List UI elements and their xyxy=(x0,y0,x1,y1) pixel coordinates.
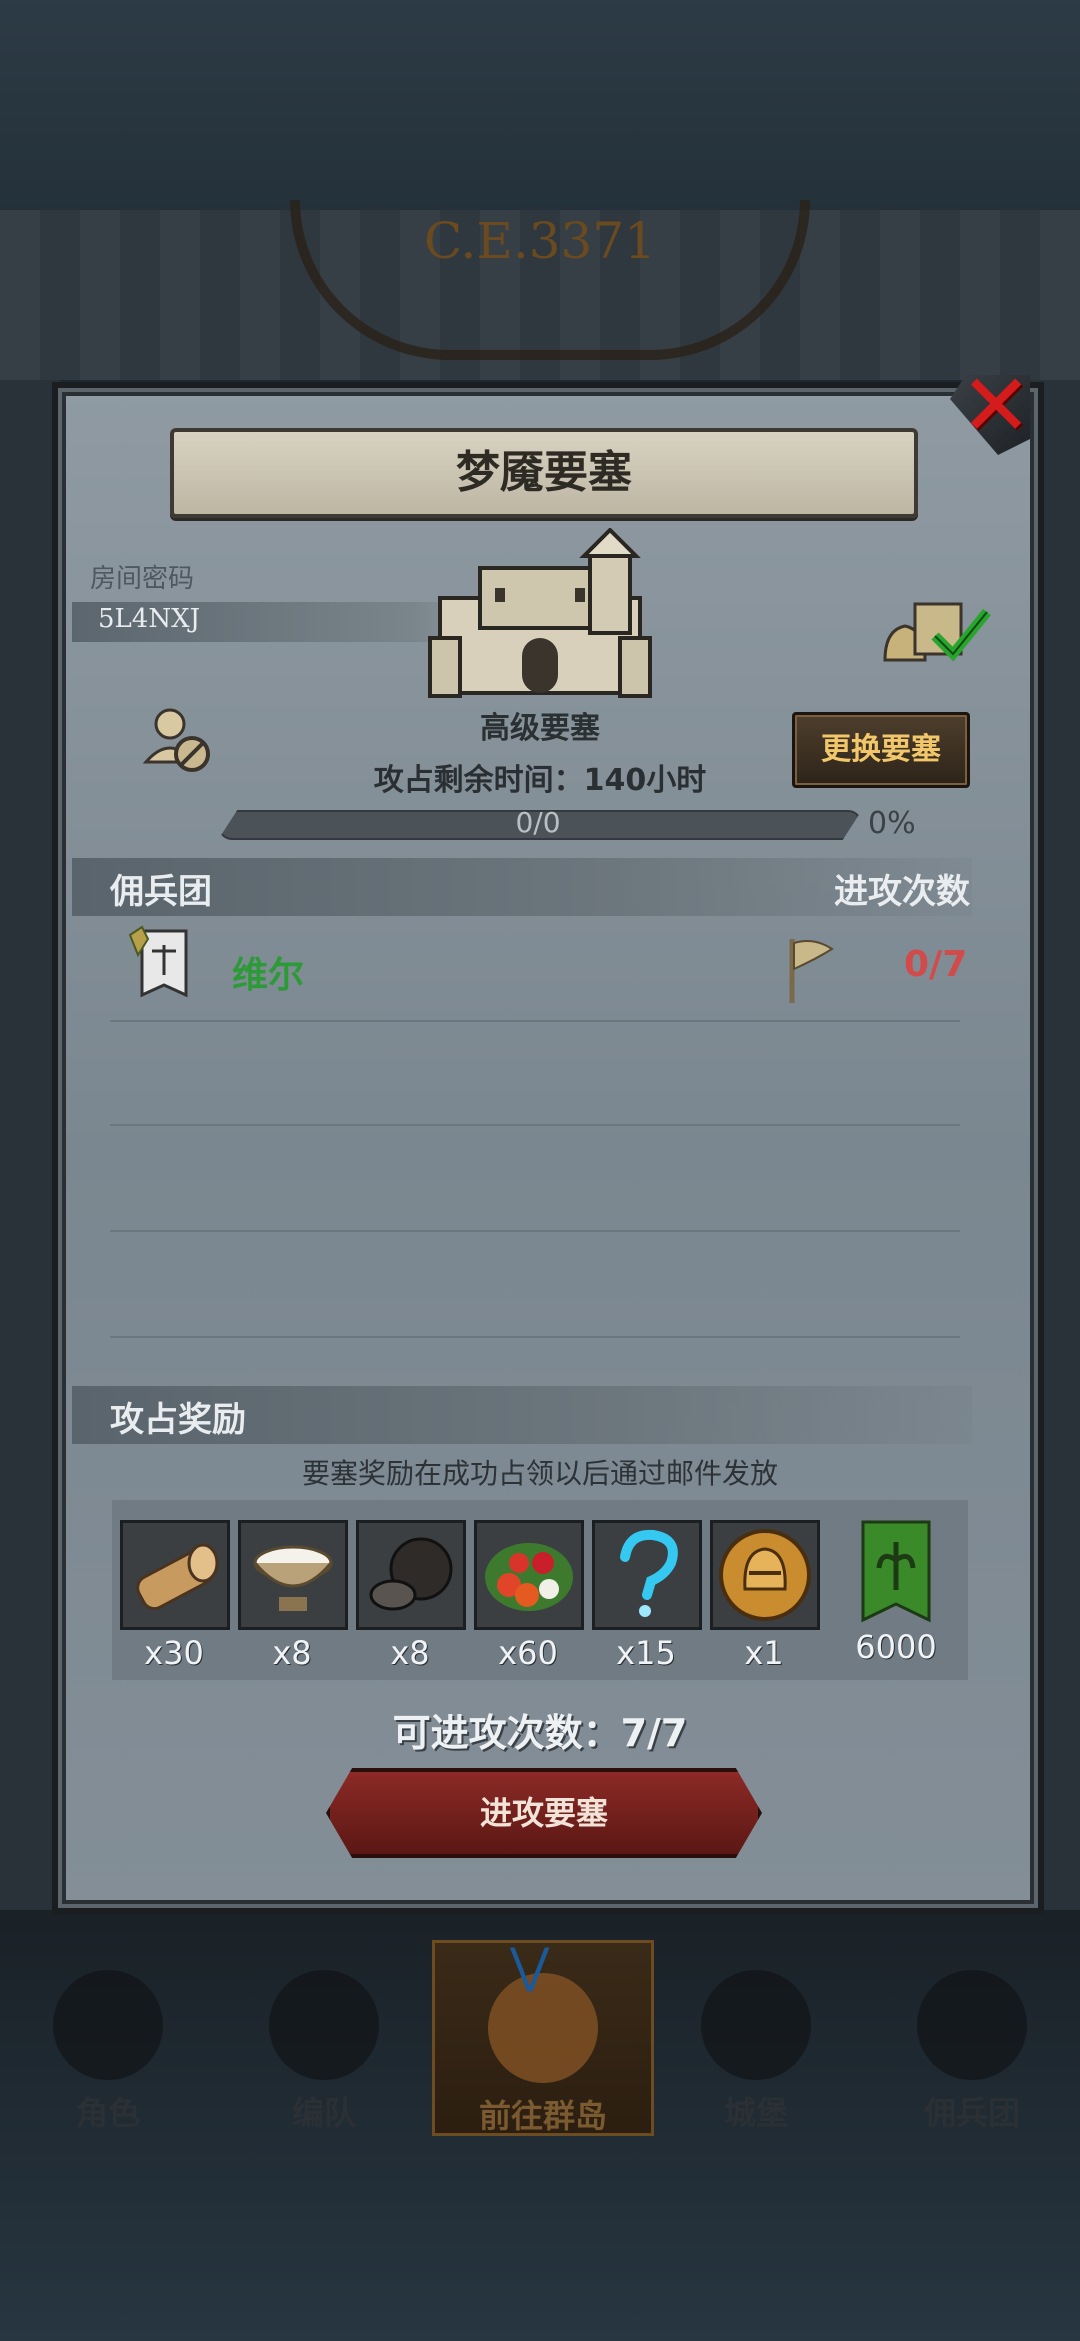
helmet-icon xyxy=(269,1970,379,2080)
time-remaining: 攻占剩余时间：140小时 xyxy=(373,763,707,798)
close-icon[interactable]: ✕ xyxy=(958,363,1034,449)
nav-label: 佣兵团 xyxy=(923,2094,1020,2132)
reward-quantity: x60 xyxy=(498,1634,558,1672)
flag-icon xyxy=(789,939,834,1003)
reward-item[interactable]: x60 xyxy=(474,1520,584,1672)
left-edge xyxy=(0,380,60,1910)
room-code-label: 房间密码 xyxy=(90,564,195,594)
nav-formation[interactable]: 编队 xyxy=(216,1940,432,2132)
member-attack-count: 0/7 xyxy=(904,944,968,985)
user-block-icon[interactable] xyxy=(140,700,220,780)
nav-character[interactable]: 角色 xyxy=(0,1940,216,2132)
room-code[interactable]: 5L4NXJ xyxy=(98,604,200,634)
attack-fortress-button[interactable]: 进攻要塞 xyxy=(326,1768,762,1858)
reward-header: 攻占奖励 xyxy=(110,1400,246,1440)
reward-quantity: x8 xyxy=(272,1634,312,1672)
nav-label: 角色 xyxy=(75,2094,140,2132)
guild-emblem-icon xyxy=(128,925,188,998)
attacks-available: 可进攻次数：7/7 xyxy=(392,1711,688,1755)
reward-item[interactable]: x15 xyxy=(592,1520,702,1672)
fortress-level: 高级要塞 xyxy=(480,711,600,746)
row-divider xyxy=(110,1124,960,1126)
change-fortress-button[interactable]: 更换要塞 xyxy=(792,712,970,788)
reward-quantity: 6000 xyxy=(855,1628,937,1666)
member-name: 维尔 xyxy=(232,955,305,996)
mercenary-header: 佣兵团 xyxy=(110,872,212,912)
flag-icon xyxy=(917,1970,1027,2080)
helmet-coin-icon xyxy=(710,1520,820,1630)
row-divider xyxy=(110,1230,960,1232)
nav-label: 编队 xyxy=(291,2094,356,2132)
reward-quantity: x30 xyxy=(144,1634,204,1672)
chevron-down-icon: ⋁ xyxy=(510,1938,550,1994)
berries-icon xyxy=(474,1520,584,1630)
row-divider xyxy=(110,1336,960,1338)
reward-item[interactable]: x8 xyxy=(356,1520,466,1672)
reward-quantity: x15 xyxy=(616,1634,676,1672)
reward-quantity: x1 xyxy=(744,1634,784,1672)
nav-mercenary[interactable]: 佣兵团 xyxy=(864,1940,1080,2132)
reward-bag-icon[interactable] xyxy=(875,590,995,670)
reward-quantity: x8 xyxy=(390,1634,430,1672)
top-background xyxy=(0,0,1080,210)
reward-item[interactable]: x8 xyxy=(238,1520,348,1672)
progress-count: 0/0 xyxy=(515,806,561,839)
castle-icon xyxy=(701,1970,811,2080)
progress-percent: 0% xyxy=(868,806,916,841)
reward-note: 要塞奖励在成功占领以后通过邮件发放 xyxy=(301,1457,778,1490)
wood-log-icon xyxy=(120,1520,230,1630)
guild-banner-icon xyxy=(861,1520,931,1624)
truffle-icon xyxy=(356,1520,466,1630)
knight-icon xyxy=(53,1970,163,2080)
era-text: C.E.3371 xyxy=(423,212,656,270)
reward-item[interactable]: x1 xyxy=(710,1520,820,1672)
reward-item[interactable]: 6000 xyxy=(846,1520,946,1666)
reward-item[interactable]: x30 xyxy=(120,1520,230,1672)
milk-bowl-icon xyxy=(238,1520,348,1630)
row-divider xyxy=(110,1020,960,1022)
castle-icon xyxy=(428,528,652,698)
blue-question-icon xyxy=(592,1520,702,1630)
nav-label: 前往群岛 xyxy=(478,2097,607,2135)
attack-count-header: 进攻次数 xyxy=(834,872,970,912)
dialog-title: 梦魇要塞 xyxy=(456,447,632,498)
nav-castle[interactable]: 城堡 xyxy=(648,1940,864,2132)
nav-label: 城堡 xyxy=(723,2094,788,2132)
